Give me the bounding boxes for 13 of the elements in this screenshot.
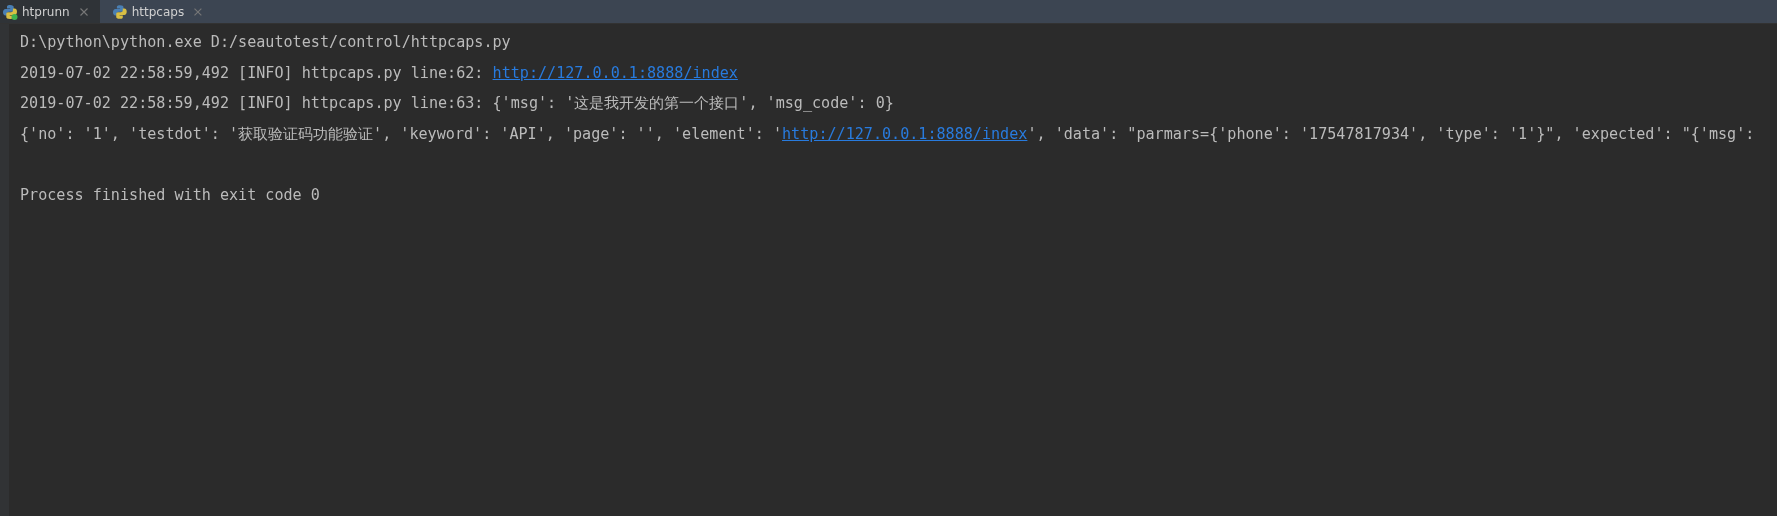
close-icon[interactable] — [79, 7, 88, 16]
url-link[interactable]: http://127.0.0.1:8888/index — [492, 63, 738, 82]
python-file-icon — [2, 3, 18, 20]
editor-tab[interactable]: htprunn — [0, 0, 100, 23]
console-text: {'no': '1', 'testdot': '获取验证码功能验证', 'keyword': 'API', 'page': '', 'element': ' — [20, 124, 783, 143]
close-icon[interactable] — [194, 7, 202, 16]
python-file-icon — [112, 3, 128, 20]
url-link[interactable]: http://127.0.0.1:8888/index — [782, 124, 1028, 143]
console-text: 2019-07-02 22:58:59,492 [INFO] httpcaps.py line:63: {'msg': '这是我开发的第一个接口', 'msg_code': 0} — [20, 94, 894, 112]
console-text: 2019-07-02 22:58:59,492 [INFO] httpcaps.py line:62: — [20, 63, 485, 82]
console-text: ', 'data': "parmars={'phone': '17547817934', 'type': '1'}", 'expected': "{'msg': — [1027, 124, 1755, 143]
console-text: Process finished with exit code 0 — [20, 185, 320, 204]
console-text: D:\python\python.exe D:/seautotest/control/httpcaps.py — [20, 33, 511, 51]
